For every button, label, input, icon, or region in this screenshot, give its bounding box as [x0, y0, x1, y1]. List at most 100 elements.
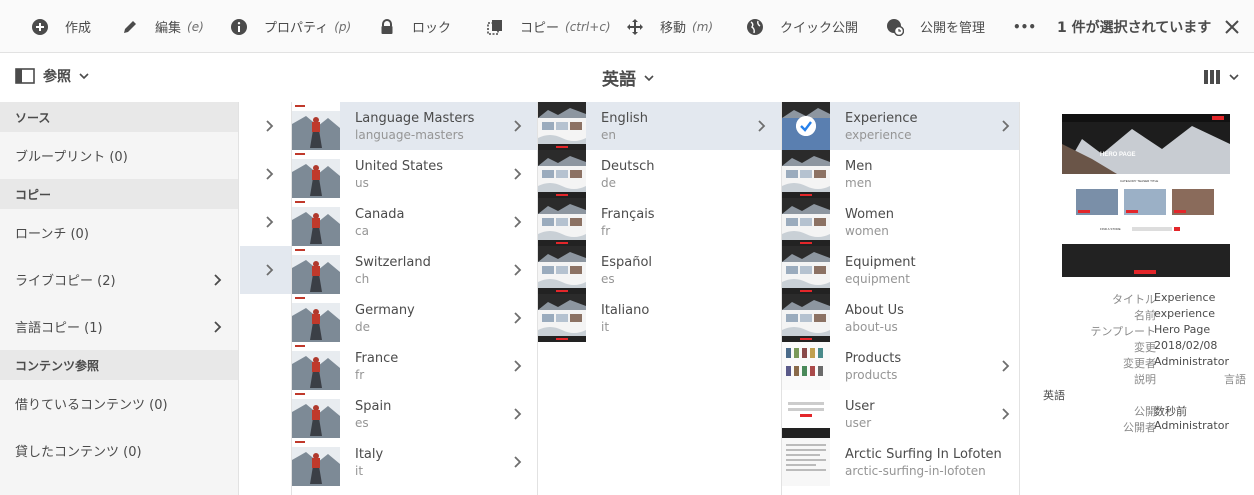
column-item-fr[interactable]: France fr — [292, 342, 537, 390]
rail-item-borrowed-content[interactable]: 借りているコンテンツ (0) — [0, 380, 238, 427]
chevron-right-icon — [214, 274, 222, 286]
chevron-right-icon — [514, 360, 522, 372]
item-name: women — [845, 224, 889, 238]
column-item-it[interactable]: Italiano it — [538, 294, 781, 342]
column-item-fr[interactable]: Français fr — [538, 198, 781, 246]
preview-category-text: CATEGORY TEASER TITLE — [1120, 179, 1158, 183]
item-name: ch — [355, 272, 370, 286]
selection-count: 1 件が選択されています — [1057, 19, 1212, 36]
item-name: ca — [355, 224, 369, 238]
lock-button[interactable]: ロック — [378, 0, 451, 53]
item-title: Arctic Surfing In Lofoten — [845, 447, 1002, 462]
item-name: de — [601, 176, 616, 190]
column-item-es[interactable]: Spain es — [292, 390, 537, 438]
column-item[interactable] — [240, 150, 291, 198]
detail-panel: HERO PAGE CATEGORY TEASER TITLE FIND A S… — [1021, 102, 1254, 495]
chevron-right-icon — [514, 456, 522, 468]
column-item[interactable] — [240, 198, 291, 246]
column-item-de[interactable]: Deutsch de — [538, 150, 781, 198]
column-item-it[interactable]: Italy it — [292, 438, 537, 486]
chevron-right-icon — [266, 216, 274, 228]
column-item-arctic-surfing-in-lofoten[interactable]: Arctic Surfing In Lofoten arctic-surfing-… — [782, 438, 1019, 486]
rail-item-blueprint[interactable]: ブループリント (0) — [0, 132, 238, 179]
item-title: Switzerland — [355, 255, 431, 270]
view-switcher-button[interactable] — [1203, 69, 1239, 85]
column-item-es[interactable]: Español es — [538, 246, 781, 294]
more-actions-button[interactable]: ••• — [1013, 0, 1036, 53]
quick-publish-button[interactable]: クイック公開 — [746, 0, 858, 53]
rail-item-launches[interactable]: ローンチ (0) — [0, 209, 238, 256]
meta-modified: 変更 2018/02/08 — [1134, 339, 1218, 354]
edit-label: 編集 — [155, 21, 182, 36]
create-label: 作成 — [65, 21, 92, 36]
column-item-de[interactable]: Germany de — [292, 294, 537, 342]
action-bar: 作成 編集 (e) プロパティ (p) ロック コピー (ctrl+c) 移動 … — [0, 0, 1254, 53]
column-item-ch[interactable]: Switzerland ch — [292, 246, 537, 294]
meta-language-label: 言語 — [1224, 373, 1246, 386]
column-item-language-masters[interactable]: Language Masters language-masters — [292, 102, 537, 150]
edit-button[interactable]: 編集 (e) — [121, 0, 204, 53]
edit-shortcut: (e) — [187, 19, 204, 34]
page-thumbnail — [292, 294, 340, 342]
item-name: experience — [845, 128, 912, 142]
column-item[interactable] — [240, 246, 291, 294]
page-thumbnail — [292, 150, 340, 198]
rail-item-label: ローンチ (0) — [15, 227, 89, 242]
page-thumbnail — [782, 198, 830, 246]
rail-section-header: コピー — [0, 179, 238, 209]
page-thumbnail — [782, 390, 830, 438]
column-item-us[interactable]: United States us — [292, 150, 537, 198]
column-item-user[interactable]: User user — [782, 390, 1019, 438]
column-item[interactable] — [240, 102, 291, 150]
item-title: Italiano — [601, 303, 650, 318]
copy-button[interactable]: コピー (ctrl+c) — [486, 0, 611, 53]
close-icon[interactable] — [1222, 17, 1242, 37]
item-title: About Us — [845, 303, 904, 318]
properties-button[interactable]: プロパティ (p) — [230, 0, 351, 53]
item-title: Experience — [845, 111, 918, 126]
page-thumbnail — [538, 102, 586, 150]
rail-item-label: 貸したコンテンツ (0) — [15, 445, 142, 460]
column-root — [240, 102, 292, 495]
column-item-en[interactable]: English en — [538, 102, 781, 150]
item-name: fr — [355, 368, 365, 382]
rail-item-label: ライブコピー (2) — [15, 274, 116, 289]
item-name: en — [601, 128, 616, 142]
chevron-right-icon — [514, 216, 522, 228]
item-title: Deutsch — [601, 159, 655, 174]
pencil-icon — [124, 20, 136, 33]
page-thumbnail — [538, 294, 586, 342]
view-bar: 参照 英語 — [0, 53, 1254, 102]
page-thumbnail — [782, 342, 830, 390]
rail-item-lent-content[interactable]: 貸したコンテンツ (0) — [0, 427, 238, 474]
item-name: men — [845, 176, 872, 190]
item-title: Language Masters — [355, 111, 475, 126]
quick-publish-label: クイック公開 — [780, 21, 859, 36]
item-title: Equipment — [845, 255, 916, 270]
copy-icon — [487, 19, 502, 35]
page-thumbnail — [782, 150, 830, 198]
rail-item-language-copies[interactable]: 言語コピー (1) — [0, 303, 238, 350]
column-item-products[interactable]: Products products — [782, 342, 1019, 390]
location-title-button[interactable]: 英語 — [602, 65, 654, 90]
chevron-right-icon — [514, 312, 522, 324]
column-item-experience[interactable]: Experience experience — [782, 102, 1019, 150]
move-button[interactable]: 移動 (m) — [626, 0, 713, 53]
chevron-right-icon — [514, 408, 522, 420]
create-button[interactable]: 作成 — [31, 0, 91, 53]
column-item-equipment[interactable]: Equipment equipment — [782, 246, 1019, 294]
item-name: equipment — [845, 272, 910, 286]
column-item-about-us[interactable]: About Us about-us — [782, 294, 1019, 342]
column-item-men[interactable]: Men men — [782, 150, 1019, 198]
page-thumbnail — [538, 246, 586, 294]
item-name: it — [601, 320, 610, 334]
page-thumbnail — [292, 390, 340, 438]
page-thumbnail — [292, 246, 340, 294]
manage-publication-button[interactable]: 公開を管理 — [886, 0, 985, 53]
rail-toggle-button[interactable]: 参照 — [15, 66, 97, 86]
rail-item-label: ブループリント (0) — [15, 150, 128, 165]
rail-item-live-copies[interactable]: ライブコピー (2) — [0, 256, 238, 303]
column-item-ca[interactable]: Canada ca — [292, 198, 537, 246]
properties-label: プロパティ — [264, 21, 329, 36]
column-item-women[interactable]: Women women — [782, 198, 1019, 246]
